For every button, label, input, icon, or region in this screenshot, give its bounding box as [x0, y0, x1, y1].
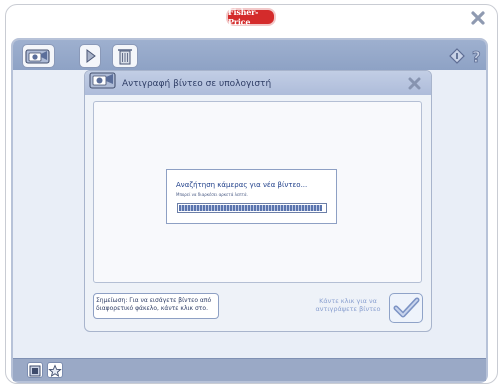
toolbar: ?	[13, 40, 486, 70]
star-icon	[48, 364, 62, 377]
search-status-subtitle: Μπορεί να διαρκέσει αρκετά λεπτά.	[176, 192, 248, 197]
bottom-bar	[13, 358, 486, 381]
progress-bar	[177, 203, 327, 213]
camera-folder-button[interactable]	[22, 44, 55, 68]
fisher-price-logo: Fisher-Price	[226, 7, 276, 27]
camera-folder-icon	[25, 49, 50, 64]
progress-fill	[179, 205, 322, 211]
dialog-title: Αντιγραφή βίντεο σε υπολογιστή	[122, 79, 272, 89]
copy-hint: Κάντε κλικ για να αντιγράψετε βίντεο	[309, 297, 387, 313]
search-status-box: Αναζήτηση κάμερας για νέα βίντεο... Μπορ…	[166, 169, 337, 224]
logo-text: Fisher-Price	[228, 7, 259, 27]
favorites-button[interactable]	[47, 362, 63, 378]
search-status-title: Αναζήτηση κάμερας για νέα βίντεο...	[176, 181, 308, 189]
svg-text:?: ?	[472, 48, 481, 64]
copy-hint-line-1: Κάντε κλικ για να	[319, 297, 377, 305]
note-line-2: διαφορετικό φάκελο, κάντε κλικ στο.	[96, 305, 208, 312]
note-line-1: Σημείωση: Για να εισάγετε βίντεο από	[96, 297, 212, 304]
memory-card-icon	[29, 365, 41, 377]
info-diamond-icon[interactable]	[449, 48, 465, 64]
memory-card-button[interactable]	[27, 362, 43, 378]
help-icon[interactable]: ?	[469, 48, 485, 64]
checkmark-icon	[393, 297, 420, 318]
close-icon[interactable]	[471, 11, 485, 25]
close-icon[interactable]	[408, 77, 421, 90]
confirm-copy-button[interactable]	[389, 293, 423, 323]
dialog-title-bar: Αντιγραφή βίντεο σε υπολογιστή	[85, 71, 431, 95]
copy-hint-line-2: αντιγράψετε βίντεο	[315, 305, 381, 313]
folder-note[interactable]: Σημείωση: Για να εισάγετε βίντεο από δια…	[93, 293, 219, 319]
camera-folder-icon	[89, 72, 116, 89]
copy-videos-dialog: Αντιγραφή βίντεο σε υπολογιστή Αναζήτηση…	[84, 70, 432, 332]
